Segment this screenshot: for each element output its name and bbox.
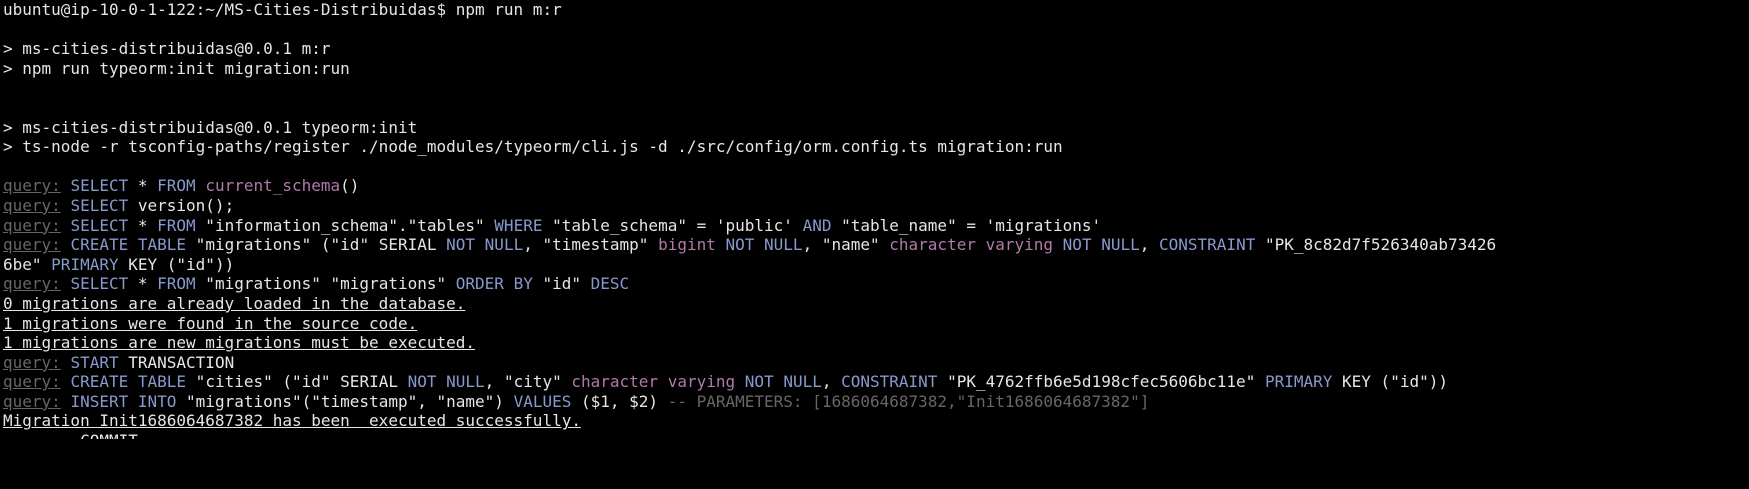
npm-script-command: > npm run typeorm:init migration:run [3,58,350,78]
query-line: query: START TRANSACTION [3,353,1749,373]
sql-type: bigint [658,235,716,255]
sql-text: "migrations" "migrations" [195,274,456,294]
partial-line-container: COMMIT [3,431,1749,439]
sql-text: KEY ("id")) [118,254,235,274]
sql-keyword: ORDER BY [455,274,533,294]
query-label: query: [3,352,61,372]
sql-keyword: SELECT [70,274,129,294]
sql-keyword: FROM [157,215,196,235]
sql-text: "table_name" = 'migrations' [831,215,1102,235]
migration-status-message: 1 migrations were found in the source co… [3,313,418,333]
sql-keyword: PRIMARY [1264,372,1333,392]
prompt-line: ubuntu@ip-10-0-1-122:~/MS-Cities-Distrib… [3,0,562,19]
sql-text: , "city" [484,372,572,392]
sql-keyword: CONSTRAINT [1159,235,1256,255]
sql-keyword: FROM [157,176,196,196]
sql-text: "migrations" ("id" SERIAL [186,235,447,255]
sql-keyword: NOT NULL [744,372,822,392]
sql-text: * [128,176,158,196]
query-label: query: [3,195,61,215]
sql-keyword: NOT NULL [407,372,485,392]
npm-script-header: > ms-cities-distribuidas@0.0.1 m:r [3,39,331,59]
npm-script-header: > ms-cities-distribuidas@0.0.1 typeorm:i… [3,117,418,137]
sql-text: * [128,215,158,235]
migration-success-message: Migration Init1686064687382 has been exe… [3,411,581,431]
sql-keyword: TABLE [137,235,187,255]
sql-keyword: FROM [157,274,196,294]
query-label: query: [3,235,61,255]
sql-text: , [1139,235,1159,255]
query-label: query: [3,274,61,294]
query-line: query: SELECT * FROM "information_schema… [3,216,1749,236]
partial-commit-line: COMMIT [3,431,1749,439]
query-label: query: [3,176,61,196]
query-line: query: CREATE TABLE "migrations" ("id" S… [3,235,1749,255]
query-label: query: [3,372,61,392]
sql-keyword: SELECT [70,215,129,235]
sql-keyword: CREATE [70,235,129,255]
sql-type: character varying [889,235,1054,255]
sql-text: TRANSACTION [118,352,235,372]
query-label: query: [3,215,61,235]
sql-keyword: WHERE [494,215,543,235]
sql-text: , [821,372,842,392]
sql-text: "migrations"("timestamp", "name") [176,391,514,411]
sql-keyword: AND [802,215,832,235]
migration-status-message: 0 migrations are already loaded in the d… [3,293,466,313]
sql-type: character varying [571,372,736,392]
sql-text: * [128,274,158,294]
query-line: query: SELECT * FROM current_schema() [3,176,1749,196]
wrapped-line: 6be" PRIMARY KEY ("id")) [3,255,1749,275]
sql-text: , "timestamp" [523,235,659,255]
sql-keyword: START [70,352,119,372]
sql-text: () [340,176,360,196]
sql-keyword: SELECT [70,176,129,196]
sql-text: "PK_4762ffb6e5d198cfec5606bc11e" [937,372,1265,392]
sql-keyword: DESC [590,274,630,294]
query-line: query: CREATE TABLE "cities" ("id" SERIA… [3,372,1749,392]
sql-keyword: VALUES [513,391,572,411]
sql-keyword: NOT NULL [446,235,524,255]
sql-keyword: PRIMARY [51,254,119,274]
sql-keyword: NOT NULL [725,235,803,255]
sql-text: "id" [532,274,591,294]
sql-text: KEY ("id")) [1332,372,1448,392]
sql-keyword: TABLE [137,372,187,392]
sql-text: 6be" [3,254,52,274]
sql-keyword: SELECT [70,195,129,215]
query-line: query: INSERT INTO "migrations"("timesta… [3,392,1749,412]
sql-text: ($1, $2) [571,391,668,411]
query-line: query: SELECT * FROM "migrations" "migra… [3,274,1749,294]
sql-text: "information_schema"."tables" [195,215,495,235]
query-line: query: SELECT version(); [3,196,1749,216]
sql-text: version(); [128,195,235,215]
sql-keyword: CONSTRAINT [841,372,938,392]
query-label: query: [3,391,61,411]
terminal-window[interactable]: ubuntu@ip-10-0-1-122:~/MS-Cities-Distrib… [0,0,1749,489]
npm-script-command: > ts-node -r tsconfig-paths/register ./n… [3,137,1063,157]
sql-text: , "name" [802,235,890,255]
sql-keyword: CREATE [70,372,129,392]
sql-keyword: NOT NULL [1062,235,1140,255]
migration-status-message: 1 migrations are new migrations must be … [3,333,476,353]
sql-text: "PK_8c82d7f526340ab73426 [1255,235,1497,255]
sql-function: current_schema [205,176,341,196]
sql-parameters-comment: -- PARAMETERS: [1686064687382,"Init16860… [667,391,1150,411]
sql-text: "table_schema" = 'public' [542,215,803,235]
sql-text: "cities" ("id" SERIAL [186,372,408,392]
sql-keyword: INSERT INTO [70,391,177,411]
